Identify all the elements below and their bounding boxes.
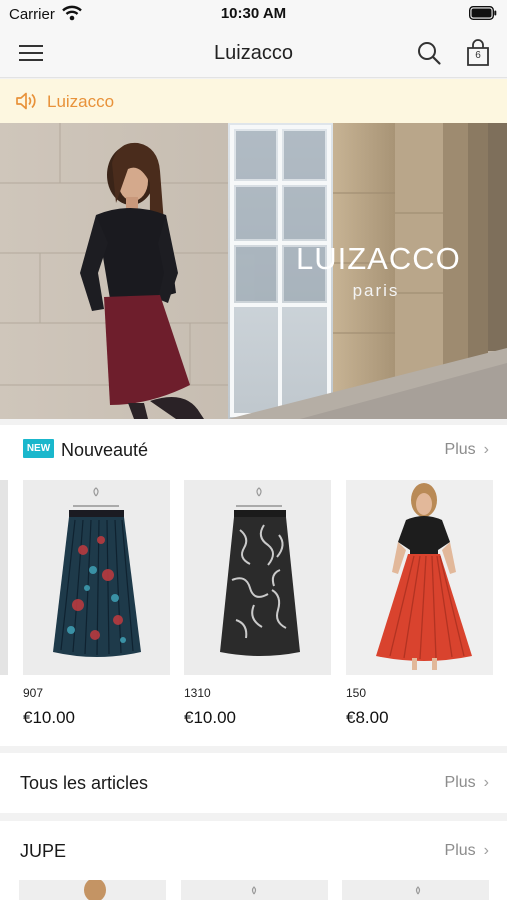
- hero-subtitle: paris: [352, 281, 400, 300]
- product-price: €10.00: [23, 708, 75, 727]
- product-card[interactable]: 150 €8.00: [346, 480, 493, 730]
- more-link-label: Plus: [444, 842, 476, 859]
- product-price: €8.00: [346, 708, 389, 727]
- product-thumbnail[interactable]: [181, 880, 328, 900]
- product-image: [184, 480, 331, 675]
- previous-product-peek: [0, 480, 8, 675]
- hero-brand-text: LUIZACCO: [296, 241, 461, 276]
- section-title: Tous les articles: [20, 773, 149, 793]
- speaker-icon: [14, 90, 38, 117]
- product-image: [23, 480, 170, 675]
- product-price: €10.00: [184, 708, 236, 727]
- chevron-right-icon: ›: [483, 842, 489, 859]
- product-code: 1310: [184, 686, 211, 700]
- status-time: 10:30 AM: [220, 5, 287, 22]
- nav-bar: Luizacco 6: [0, 28, 507, 78]
- product-image: [346, 480, 493, 675]
- more-link[interactable]: Plus ›: [445, 774, 489, 792]
- jupe-section: JUPE Plus ›: [0, 821, 507, 900]
- battery-icon: [468, 5, 497, 25]
- new-arrivals-section: NEW Nouveauté Plus › 907 €10.00 1310 €10…: [0, 425, 507, 746]
- announcement-bar[interactable]: Luizacco: [0, 79, 507, 123]
- all-articles-section[interactable]: Tous les articles Plus ›: [0, 753, 507, 813]
- more-link[interactable]: Plus ›: [445, 842, 489, 860]
- product-code: 907: [23, 686, 44, 700]
- menu-icon[interactable]: [18, 41, 44, 65]
- shopping-bag-icon[interactable]: 6: [465, 39, 491, 67]
- section-title: JUPE: [20, 841, 67, 861]
- more-link-label: Plus: [444, 441, 476, 458]
- chevron-right-icon: ›: [483, 774, 489, 791]
- search-icon[interactable]: [416, 40, 442, 66]
- product-thumbnail[interactable]: [342, 880, 489, 900]
- chevron-right-icon: ›: [483, 441, 489, 458]
- announcement-text: Luizacco: [47, 92, 115, 111]
- more-link-label: Plus: [444, 774, 476, 791]
- product-thumbnail[interactable]: [19, 880, 166, 900]
- status-bar: Carrier 10:30 AM: [0, 0, 507, 28]
- section-title: Nouveauté: [61, 440, 149, 460]
- product-card[interactable]: 1310 €10.00: [184, 480, 331, 730]
- product-code: 150: [346, 686, 367, 700]
- hero-banner[interactable]: LUIZACCO paris: [0, 123, 507, 419]
- product-card[interactable]: 907 €10.00: [23, 480, 170, 730]
- more-link[interactable]: Plus ›: [445, 441, 489, 459]
- cart-count: 6: [475, 50, 481, 61]
- new-badge: NEW: [23, 439, 54, 458]
